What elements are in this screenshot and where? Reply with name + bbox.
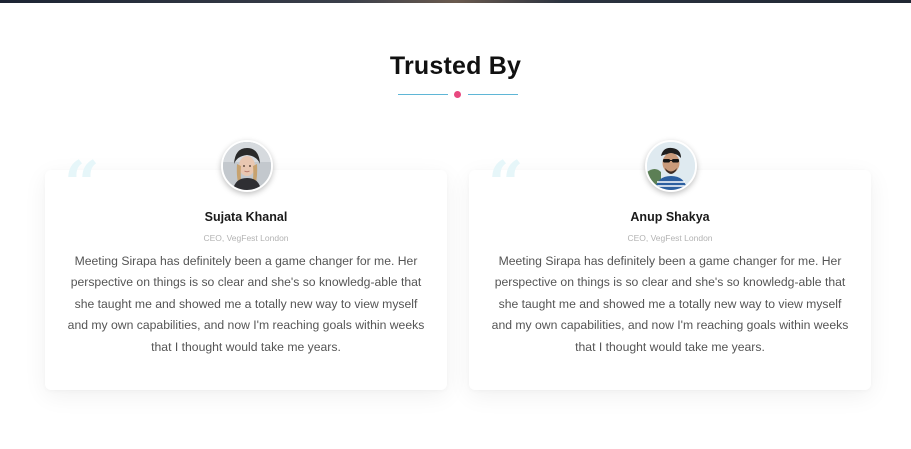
quote-icon: “ bbox=[64, 147, 100, 220]
testimonial-text: Meeting Sirapa has definitely been a gam… bbox=[491, 254, 849, 354]
title-divider bbox=[398, 91, 518, 99]
avatar-photo-man bbox=[647, 142, 695, 190]
top-banner-strip bbox=[0, 0, 911, 3]
avatar bbox=[645, 140, 697, 192]
section-title: Trusted By bbox=[389, 52, 522, 80]
person-name: Sujata Khanal bbox=[204, 210, 288, 224]
divider-dot bbox=[454, 91, 461, 98]
avatar bbox=[221, 140, 273, 192]
person-name: Anup Shakya bbox=[630, 210, 710, 224]
quote-icon: “ bbox=[488, 147, 524, 220]
divider-line-right bbox=[468, 94, 518, 95]
person-role: CEO, VegFest London bbox=[627, 233, 713, 243]
divider-line-left bbox=[398, 94, 448, 95]
testimonial-text: Meeting Sirapa has definitely been a gam… bbox=[67, 254, 425, 354]
person-role: CEO, VegFest London bbox=[203, 233, 289, 243]
avatar-photo-woman bbox=[223, 142, 271, 190]
